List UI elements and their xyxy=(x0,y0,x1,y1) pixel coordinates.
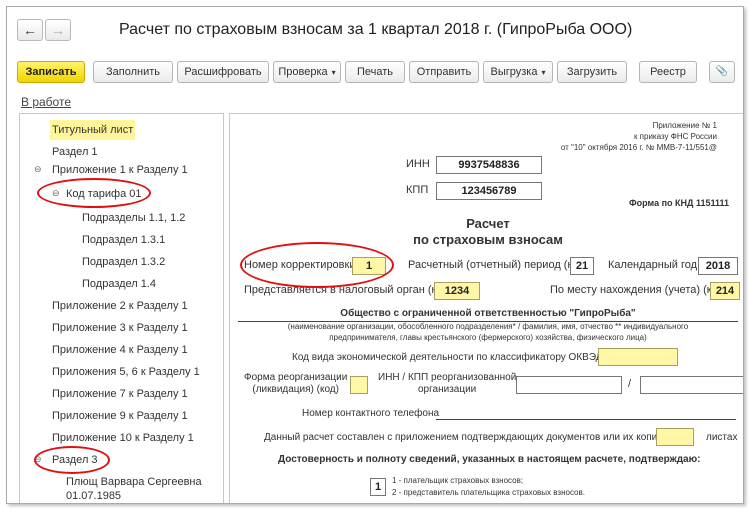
kpp-label: КПП xyxy=(406,184,429,196)
sheets-label: листах xyxy=(706,432,738,443)
sidebar-item-subsection-1-3-2[interactable]: Подраздел 1.3.2 xyxy=(82,252,165,272)
year-label: Календарный год xyxy=(608,259,698,271)
org-name[interactable]: Общество с ограниченной ответственностью… xyxy=(230,308,743,319)
export-label: Выгрузка xyxy=(490,66,538,78)
sidebar-item-appendix-4[interactable]: Приложение 4 к Разделу 1 xyxy=(52,340,188,360)
confirm-heading: Достоверность и полноту сведений, указан… xyxy=(278,454,701,465)
status-link[interactable]: В работе xyxy=(21,95,71,109)
sidebar-item-section-3[interactable]: Раздел 3 xyxy=(52,450,98,470)
form-subheading: по страховым взносам xyxy=(413,232,563,247)
fill-button[interactable]: Заполнить xyxy=(93,61,173,83)
org-note-2: предпринимателя, главы крестьянского (фе… xyxy=(329,333,647,342)
sidebar-item-appendix-5-6[interactable]: Приложения 5, 6 к Разделу 1 xyxy=(52,362,200,382)
check-dropdown[interactable]: Проверка ▾ xyxy=(273,61,341,83)
forward-button[interactable]: → xyxy=(45,19,71,41)
title-page-form: Приложение № 1 к приказу ФНС России от "… xyxy=(229,113,743,503)
export-dropdown[interactable]: Выгрузка ▾ xyxy=(483,61,553,83)
reorg-inn-label: ИНН / КПП реорганизованной организации xyxy=(378,372,517,395)
sidebar-item-appendix-7[interactable]: Приложение 7 к Разделу 1 xyxy=(52,384,188,404)
org-note-1: (наименование организации, обособленного… xyxy=(287,322,689,331)
registry-button[interactable]: Реестр xyxy=(639,61,697,83)
attach-button[interactable]: 📎 xyxy=(709,61,735,83)
collapse-icon[interactable]: ⊖ xyxy=(34,164,42,175)
collapse-icon[interactable]: ⊖ xyxy=(52,188,60,199)
load-button[interactable]: Загрузить xyxy=(557,61,627,83)
sidebar-item-appendix-1[interactable]: Приложение 1 к Разделу 1 xyxy=(52,160,188,180)
signer-option-2: 2 - представитель плательщика страховых … xyxy=(392,488,585,497)
okved-field[interactable] xyxy=(598,348,678,366)
back-button[interactable]: ← xyxy=(17,19,43,41)
collapse-icon[interactable]: ⊖ xyxy=(34,454,42,465)
check-label: Проверка xyxy=(278,66,328,78)
sidebar-item-tariff-01[interactable]: Код тарифа 01 xyxy=(66,184,142,204)
reorg-kpp-field[interactable] xyxy=(640,376,743,394)
sidebar-item-appendix-3[interactable]: Приложение 3 к Разделу 1 xyxy=(52,318,188,338)
sections-sidebar: Титульный лист Раздел 1 ⊖ Приложение 1 к… xyxy=(19,113,224,503)
correction-field[interactable]: 1 xyxy=(352,257,386,275)
decode-button[interactable]: Расшифровать xyxy=(177,61,269,83)
correction-label: Номер корректировки xyxy=(244,259,356,271)
print-button[interactable]: Печать xyxy=(345,61,405,83)
year-field[interactable]: 2018 xyxy=(698,257,738,275)
window-title: Расчет по страховым взносам за 1 квартал… xyxy=(119,21,633,38)
save-button[interactable]: Записать xyxy=(17,61,85,83)
period-label: Расчетный (отчетный) период (код) xyxy=(408,259,589,271)
inn-field[interactable]: 9937548836 xyxy=(436,156,542,174)
tax-organ-label: Представляется в налоговый орган (код) xyxy=(244,284,453,296)
chevron-down-icon: ▾ xyxy=(541,68,546,77)
chevron-down-icon: ▾ xyxy=(331,68,336,77)
phone-field[interactable] xyxy=(436,419,736,420)
sidebar-item-appendix-10[interactable]: Приложение 10 к Разделу 1 xyxy=(52,428,194,448)
reorg-field[interactable] xyxy=(350,376,368,394)
signer-code-field[interactable]: 1 xyxy=(370,478,386,496)
knd-code: Форма по КНД 1151111 xyxy=(629,198,729,208)
appendix-note: Приложение № 1 к приказу ФНС России от "… xyxy=(560,121,717,152)
signer-option-1: 1 - плательщик страховых взносов; xyxy=(392,476,524,485)
location-field[interactable]: 214 xyxy=(710,282,740,300)
sidebar-item-person-birthdate[interactable]: 01.07.1985 xyxy=(66,486,121,503)
okved-label: Код вида экономической деятельности по к… xyxy=(292,352,609,363)
sheets-field[interactable] xyxy=(656,428,694,446)
arrow-left-icon: ← xyxy=(23,22,37,38)
sidebar-item-section-1[interactable]: Раздел 1 xyxy=(52,142,98,162)
arrow-right-icon: → xyxy=(51,22,65,38)
paperclip-icon: 📎 xyxy=(715,66,729,77)
sidebar-item-subsections-1-1-1-2[interactable]: Подразделы 1.1, 1.2 xyxy=(82,208,185,228)
sidebar-item-appendix-2[interactable]: Приложение 2 к Разделу 1 xyxy=(52,296,188,316)
sidebar-item-subsection-1-3-1[interactable]: Подраздел 1.3.1 xyxy=(82,230,165,250)
reorg-label: Форма реорганизации (ликвидация) (код) xyxy=(244,372,348,395)
send-button[interactable]: Отправить xyxy=(409,61,479,83)
location-label: По месту нахождения (учета) (код) xyxy=(550,284,728,296)
sidebar-item-subsection-1-4[interactable]: Подраздел 1.4 xyxy=(82,274,156,294)
period-field[interactable]: 21 xyxy=(570,257,594,275)
sidebar-item-appendix-9[interactable]: Приложение 9 к Разделу 1 xyxy=(52,406,188,426)
kpp-field[interactable]: 123456789 xyxy=(436,182,542,200)
form-heading: Расчет xyxy=(466,216,510,231)
phone-label: Номер контактного телефона xyxy=(302,408,440,419)
slash-separator: / xyxy=(628,378,632,390)
inn-label: ИНН xyxy=(406,158,430,170)
window: ← → Расчет по страховым взносам за 1 ква… xyxy=(6,6,744,504)
attached-docs-label: Данный расчет составлен с приложением по… xyxy=(264,432,677,443)
sidebar-item-title-page[interactable]: Титульный лист xyxy=(50,120,136,140)
tax-organ-field[interactable]: 1234 xyxy=(434,282,480,300)
reorg-inn-field[interactable] xyxy=(516,376,622,394)
